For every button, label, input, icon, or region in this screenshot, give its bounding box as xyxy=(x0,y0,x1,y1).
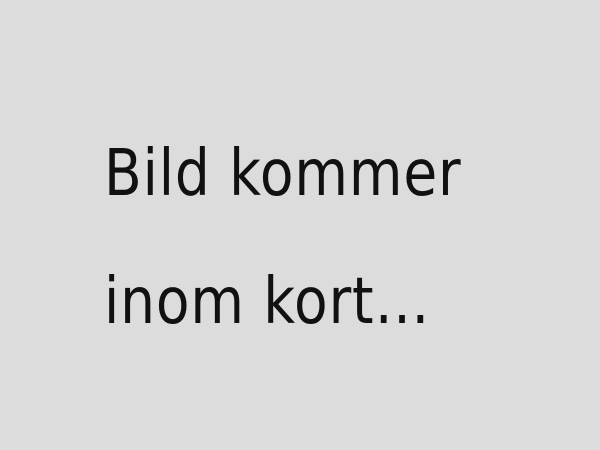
placeholder-message: Bild kommer inom kort… xyxy=(104,137,462,339)
image-placeholder: Bild kommer inom kort… xyxy=(0,0,600,450)
